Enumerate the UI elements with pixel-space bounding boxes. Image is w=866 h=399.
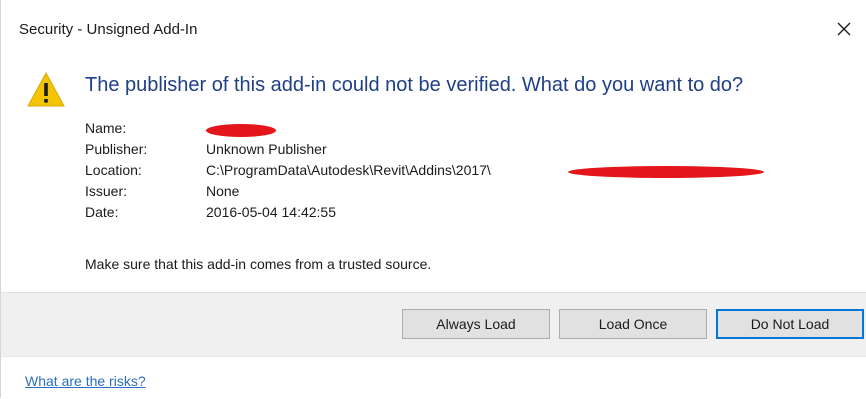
issuer-label: Issuer: bbox=[85, 183, 128, 199]
risks-link[interactable]: What are the risks? bbox=[25, 373, 146, 389]
redaction-mark bbox=[206, 124, 276, 137]
button-bar: Always Load Load Once Do Not Load bbox=[1, 292, 866, 357]
dialog-headline: The publisher of this add-in could not b… bbox=[85, 74, 744, 96]
issuer-value: None bbox=[206, 183, 240, 199]
window-title: Security - Unsigned Add-In bbox=[19, 21, 198, 38]
do-not-load-button[interactable]: Do Not Load bbox=[716, 309, 864, 339]
trust-note: Make sure that this add-in comes from a … bbox=[85, 256, 432, 272]
dialog-footer: What are the risks? bbox=[1, 356, 866, 399]
security-dialog: Security - Unsigned Add-In The publisher… bbox=[0, 0, 866, 399]
date-label: Date: bbox=[85, 204, 119, 220]
warning-icon bbox=[26, 70, 66, 110]
close-icon bbox=[837, 22, 851, 36]
name-label: Name: bbox=[85, 120, 127, 136]
publisher-value: Unknown Publisher bbox=[206, 141, 327, 157]
date-value: 2016-05-04 14:42:55 bbox=[206, 204, 336, 220]
location-value: C:\ProgramData\Autodesk\Revit\Addins\201… bbox=[206, 162, 491, 178]
title-bar: Security - Unsigned Add-In bbox=[1, 0, 866, 58]
location-label: Location: bbox=[85, 162, 142, 178]
redaction-mark bbox=[568, 166, 764, 178]
close-button[interactable] bbox=[829, 14, 859, 44]
publisher-label: Publisher: bbox=[85, 141, 148, 157]
always-load-button[interactable]: Always Load bbox=[402, 309, 550, 339]
load-once-button[interactable]: Load Once bbox=[559, 309, 707, 339]
